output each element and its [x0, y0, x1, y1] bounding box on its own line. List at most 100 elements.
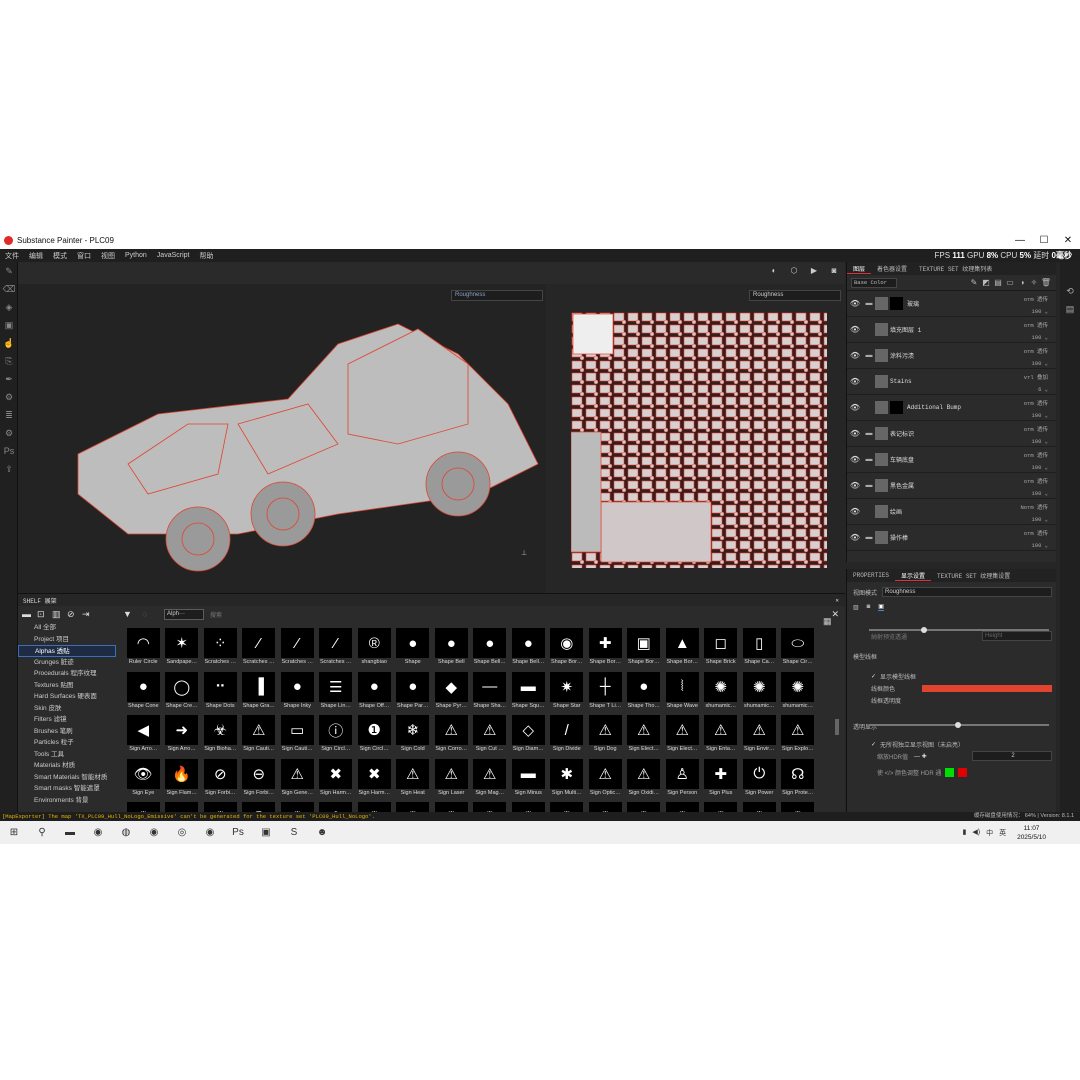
volume-icon[interactable]: ◀): [972, 828, 980, 838]
log-icon[interactable]: ▤: [1060, 304, 1080, 322]
shelf-category[interactable]: Smart Materials 智能材质: [18, 772, 116, 784]
shelf-item[interactable]: ▬ Shape Squ…: [509, 671, 548, 716]
shelf-category[interactable]: Project 项目: [18, 634, 116, 646]
shelf-item[interactable]: ⚠ Sign Elect…: [663, 715, 702, 759]
3d-channel-select[interactable]: Roughness: [451, 290, 543, 301]
shelf-item[interactable]: ◆ Shape Pyr…: [432, 671, 471, 716]
mask-icon[interactable]: ◑: [1016, 278, 1028, 287]
export-icon[interactable]: ⇥: [82, 609, 97, 620]
shelf-item[interactable]: ● Shape Cone: [124, 671, 163, 716]
shelf-item[interactable]: ✚ Shape Bor…: [586, 628, 625, 672]
shelf-category[interactable]: Skin 皮肤: [18, 703, 116, 715]
shelf-item[interactable]: ➜ Sign Arro…: [163, 715, 202, 759]
shelf-item[interactable]: ⁘ Scratches …: [201, 628, 240, 672]
layer-row[interactable]: 👁 绘画 Norm 透传 100 ⌄: [847, 499, 1056, 525]
tab-display-settings[interactable]: 显示设置: [895, 571, 932, 581]
export-icon[interactable]: ⇪: [0, 460, 18, 478]
shelf-item[interactable]: ⚠ Sign Explo…: [779, 715, 814, 759]
shelf-item[interactable]: ✚ Sign Plus: [702, 758, 741, 803]
shelf-item[interactable]: ❶ Sign Circl…: [355, 715, 394, 759]
add-folder-icon[interactable]: ▭: [1004, 278, 1016, 287]
shelf-item[interactable]: ◠ Ruler Circle: [124, 628, 163, 672]
layer-blend[interactable]: orm 透传 100 ⌄: [1024, 528, 1048, 552]
menu-help[interactable]: 帮助: [194, 251, 218, 261]
shelf-category[interactable]: Hard Surfaces 硬表面: [18, 691, 116, 703]
shelf-item[interactable]: ✺ shumamic…: [702, 671, 741, 716]
shelf-item[interactable]: ◯ Shape Cre…: [163, 671, 202, 716]
layer-row[interactable]: 👁 ▬ 涂料污渍 orm 透传 100 ⌄: [847, 343, 1056, 369]
shelf-item[interactable]: ⁄ Scratches …: [240, 628, 279, 672]
layer-row[interactable]: 👁 ▬ 操作棒 orm 透传 100 ⌄: [847, 525, 1056, 551]
qq-icon[interactable]: ☻: [311, 824, 333, 842]
circle-filter-icon[interactable]: ○: [142, 609, 156, 619]
height-field[interactable]: Height: [982, 631, 1052, 641]
video-icon[interactable]: ▶: [807, 266, 821, 280]
shelf-category[interactable]: Particles 粒子: [18, 737, 116, 749]
shelf-item[interactable]: ⁄ Scratches …: [278, 628, 317, 672]
shelf-item[interactable]: ● Shape Tho…: [625, 671, 664, 716]
shelf-category[interactable]: Filters 滤镜: [18, 714, 116, 726]
viewer-settings-icon[interactable]: ▣: [878, 603, 884, 611]
visibility-eye-icon[interactable]: 👁: [847, 507, 863, 516]
layer-row[interactable]: 👁 填充图层 1 orm 透传 100 ⌄: [847, 317, 1056, 343]
shelf-item[interactable]: ⚠ Sign Heat: [394, 758, 433, 803]
layer-blend[interactable]: orm 透传 100 ⌄: [1024, 398, 1048, 422]
green-swatch[interactable]: [945, 767, 955, 777]
transparency-checkbox[interactable]: ✓: [871, 741, 876, 748]
shelf-search-input[interactable]: 搜索: [210, 610, 222, 619]
grid-view-icon[interactable]: ▦: [823, 616, 832, 627]
shelf-item[interactable]: ⊖ Sign Forbi…: [240, 758, 279, 803]
tab-texture-set-settings[interactable]: TEXTURE SET 纹理集设置: [931, 571, 1016, 580]
view-mode-select[interactable]: Roughness: [882, 587, 1052, 597]
visibility-eye-icon[interactable]: 👁: [847, 377, 863, 386]
substance-painter-icon[interactable]: S: [283, 824, 305, 842]
shelf-item[interactable]: ● Shape Bell…: [509, 628, 548, 672]
shelf-item[interactable]: ● Shape Bell: [432, 628, 471, 672]
shelf-item[interactable]: ▣ Shape Bor…: [625, 628, 664, 672]
shelf-item[interactable]: ⚠ Sign Cauti…: [240, 715, 279, 759]
visibility-eye-icon[interactable]: 👁: [847, 455, 863, 464]
menu-javascript[interactable]: JavaScript: [152, 252, 195, 259]
hdr-stepper[interactable]: — ✚: [914, 753, 927, 760]
shelf-close-icon[interactable]: ✕: [835, 597, 839, 604]
shelf-item[interactable]: / Sign Divide: [548, 715, 587, 759]
smudge-icon[interactable]: ☝: [0, 334, 18, 352]
shelf-scrollbar[interactable]: [835, 719, 839, 735]
filter-tag[interactable]: Alph···: [164, 608, 204, 620]
picker-icon[interactable]: ✒: [0, 370, 18, 388]
shelf-item[interactable]: ❄ Sign Cold: [394, 715, 433, 759]
shelf-item[interactable]: ☰ Shape Lin…: [317, 671, 356, 716]
menu-window[interactable]: 窗口: [72, 251, 96, 261]
shelf-item[interactable]: ⚠ Sign Cut …: [471, 715, 510, 759]
shelf-item[interactable]: ☣ Sign Bioha…: [201, 715, 240, 759]
history-icon[interactable]: ⟲: [1060, 286, 1080, 304]
red-swatch[interactable]: [958, 767, 968, 777]
layer-blend[interactable]: Norm 透传 100 ⌄: [1020, 502, 1048, 526]
shelf-item[interactable]: ⚠ Sign Corro…: [432, 715, 471, 759]
shelf-item[interactable]: ● Shape Par…: [394, 671, 433, 716]
shelf-item[interactable]: ☊ Sign Prote…: [779, 758, 814, 803]
shelf-item[interactable]: ▲ Shape Bor…: [663, 628, 702, 672]
shelf-category[interactable]: Environments 背景: [18, 795, 116, 807]
layer-row[interactable]: 👁 ▬ 黑色金属 orm 透传 100 ⌄: [847, 473, 1056, 499]
edge-icon[interactable]: ◍: [115, 824, 137, 842]
top-slider[interactable]: [869, 629, 1049, 631]
shelf-item[interactable]: ▭ Sign Cauti…: [278, 715, 317, 759]
shelf-item[interactable]: ● Shape Bell…: [471, 628, 510, 672]
shelf-category[interactable]: Materials 材质: [18, 760, 116, 772]
shelf-category[interactable]: Tools 工具: [18, 749, 116, 761]
shelf-item[interactable]: ✶ Sandpape…: [163, 628, 202, 672]
chrome-icon[interactable]: ◉: [87, 824, 109, 842]
close-button[interactable]: ✕: [1056, 235, 1080, 246]
layer-blend[interactable]: orm 透传 100 ⌄: [1024, 476, 1048, 500]
delete-icon[interactable]: 🗑: [1040, 278, 1052, 287]
visibility-eye-icon[interactable]: 👁: [847, 429, 863, 438]
trash-icon[interactable]: ▥: [52, 609, 67, 620]
shelf-item[interactable]: ⓘ Sign Circl…: [317, 715, 356, 759]
browser-icon[interactable]: ◉: [143, 824, 165, 842]
wire-opacity-knob[interactable]: [955, 722, 961, 728]
camera-settings-icon[interactable]: ◙: [867, 604, 871, 610]
group-icon[interactable]: ▤: [992, 278, 1004, 287]
paint-brush-icon[interactable]: ✎: [0, 262, 18, 280]
windows-start-icon[interactable]: ⊞: [3, 824, 25, 842]
